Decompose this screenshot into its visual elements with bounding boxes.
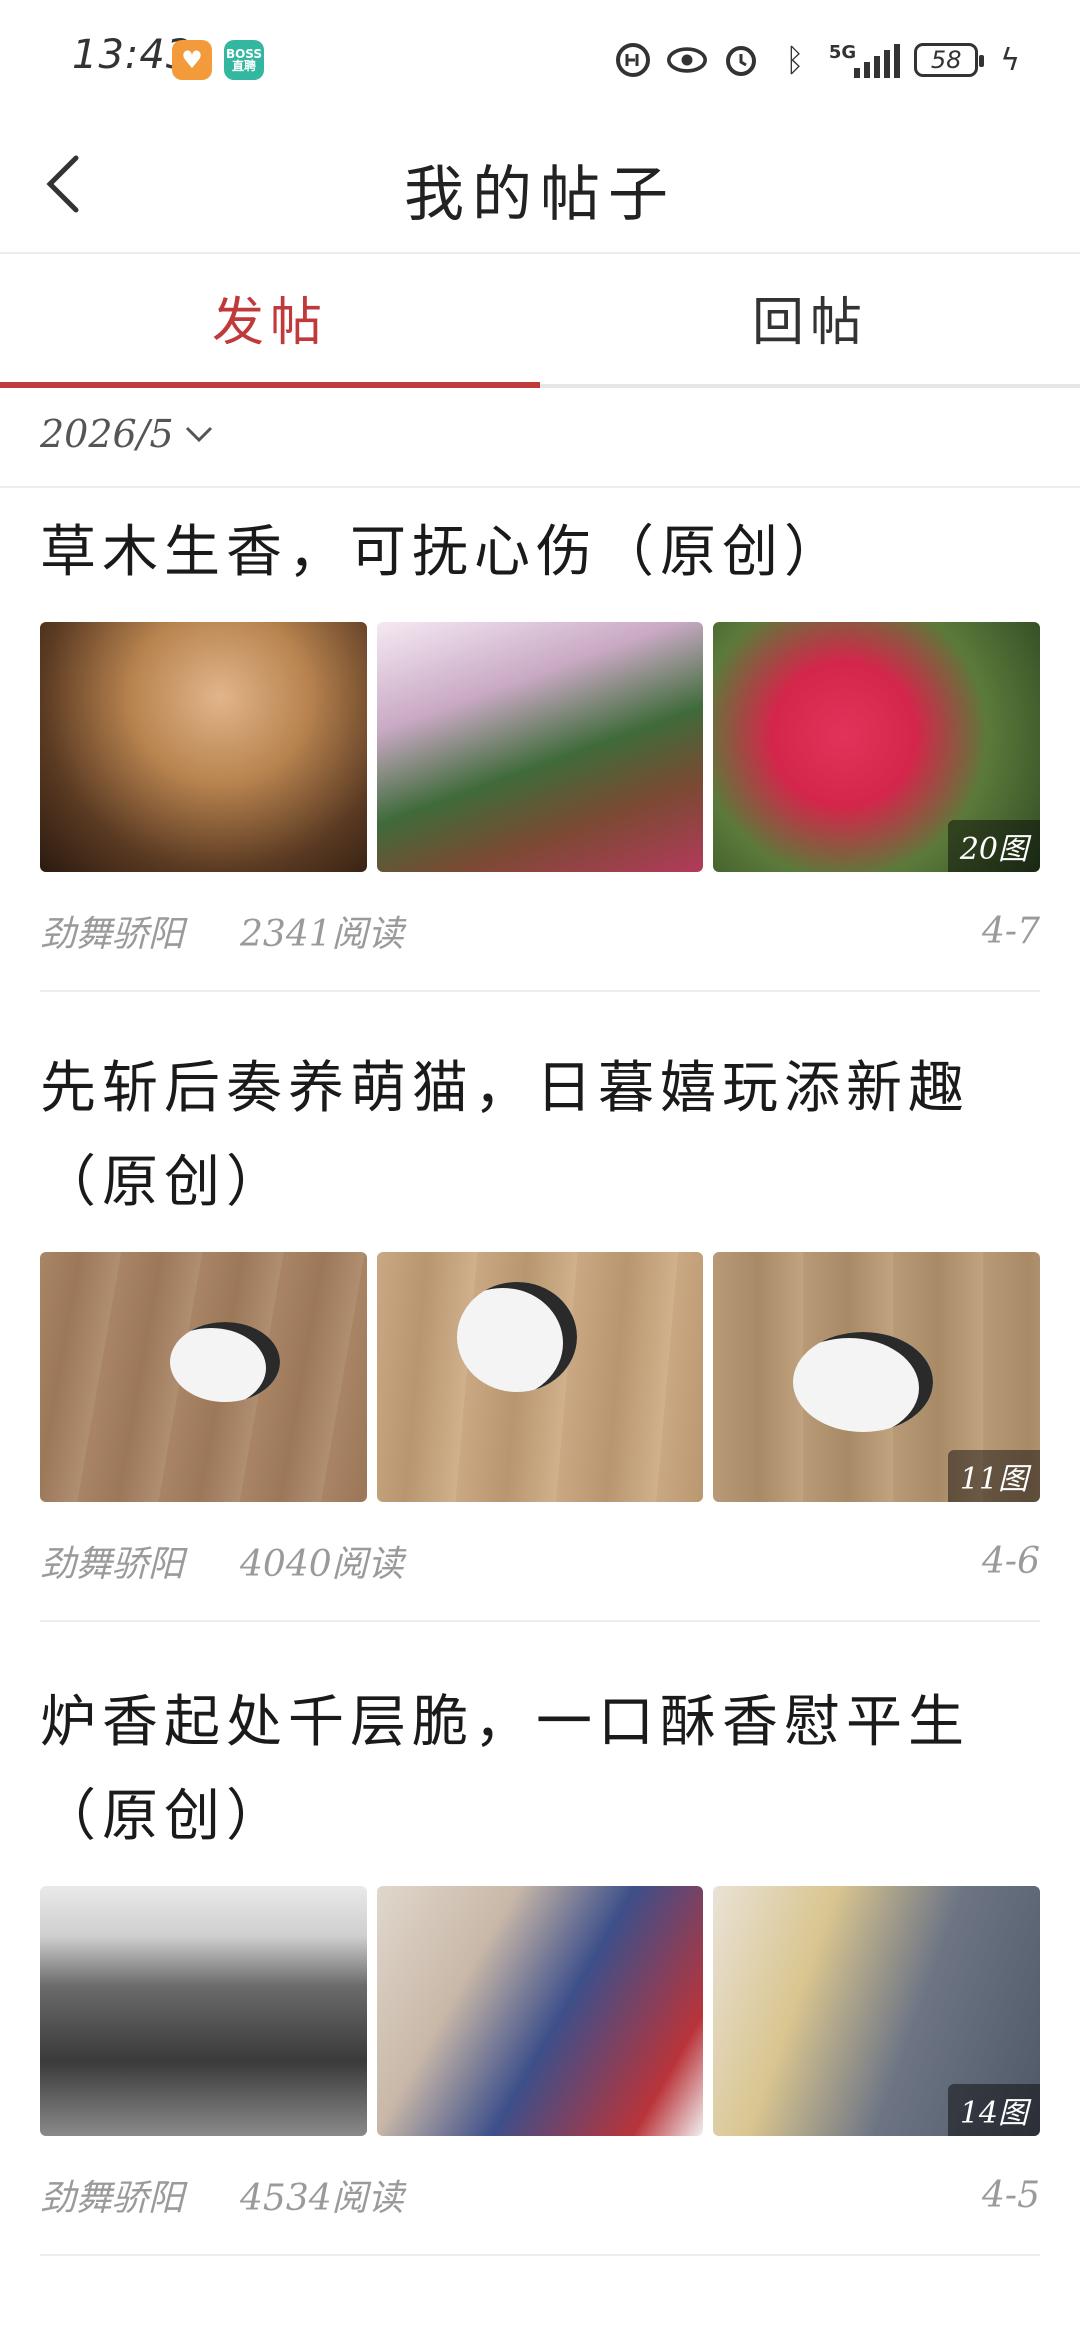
status-icons: ᛒ 5G 58 ϟ bbox=[613, 36, 1020, 84]
post-image[interactable]: 14图 bbox=[713, 1886, 1041, 2136]
month-label: 2026/5 bbox=[40, 412, 174, 456]
tab-bar: 发帖 回帖 bbox=[0, 254, 1080, 388]
post-meta: 劲舞骄阳 4534阅读 4-5 bbox=[40, 2136, 1040, 2254]
cat-shape bbox=[456, 1282, 577, 1392]
eye-icon bbox=[666, 40, 707, 80]
post-image-grid: 14图 bbox=[40, 1886, 1041, 2136]
heart-app-icon: ♥ bbox=[172, 40, 212, 80]
post-image[interactable] bbox=[376, 1252, 704, 1502]
post-date: 4-6 bbox=[982, 1540, 1040, 1582]
post-author: 劲舞骄阳 bbox=[40, 1544, 185, 1585]
post-reads: 2341阅读 bbox=[240, 914, 404, 955]
post-image-grid: 11图 bbox=[40, 1252, 1041, 1502]
nfc-icon bbox=[613, 40, 653, 80]
post-meta: 劲舞骄阳 4040阅读 4-6 bbox=[40, 1502, 1040, 1620]
post-reads: 4534阅读 bbox=[240, 2178, 404, 2219]
post-author: 劲舞骄阳 bbox=[40, 2178, 185, 2219]
cat-shape bbox=[170, 1322, 280, 1402]
month-filter-bar: 2026/5 bbox=[0, 388, 1080, 488]
status-bar: 13:43 ♥ BOSS 直聘 ᛒ 5G 58 ϟ bbox=[0, 0, 1080, 120]
post-item[interactable]: 草木生香，可抚心伤（原创） 20图 劲舞骄阳 2341阅读 4-7 bbox=[40, 496, 1041, 992]
post-item[interactable]: 炉香起处千层脆，一口酥香慰平生（原创） 14图 劲舞骄阳 4534阅读 4-5 bbox=[40, 1666, 1041, 2256]
post-date: 4-5 bbox=[982, 2174, 1040, 2216]
cat-shape bbox=[793, 1332, 934, 1432]
post-title[interactable]: 草木生香，可抚心伤（原创） bbox=[40, 496, 1040, 600]
image-count-badge: 11图 bbox=[947, 1450, 1041, 1502]
signal-icon: 5G bbox=[828, 42, 901, 78]
bluetooth-icon: ᛒ bbox=[785, 41, 805, 79]
post-title[interactable]: 炉香起处千层脆，一口酥香慰平生（原创） bbox=[40, 1666, 1040, 1864]
post-reads: 4040阅读 bbox=[240, 1544, 404, 1585]
page-title: 我的帖子 bbox=[404, 160, 676, 230]
post-image[interactable] bbox=[40, 1886, 367, 2136]
chevron-down-icon bbox=[185, 426, 212, 443]
post-image[interactable]: 11图 bbox=[713, 1252, 1041, 1502]
post-image[interactable] bbox=[40, 1252, 367, 1502]
post-date: 4-7 bbox=[982, 910, 1040, 952]
tab-replies[interactable]: 回帖 bbox=[540, 254, 1080, 380]
boss-app-icon: BOSS 直聘 bbox=[224, 40, 264, 80]
post-title[interactable]: 先斩后奏养萌猫，日暮嬉玩添新趣（原创） bbox=[40, 1032, 1040, 1230]
post-image[interactable] bbox=[376, 1886, 704, 2136]
post-meta: 劲舞骄阳 2341阅读 4-7 bbox=[40, 872, 1040, 990]
post-image-grid: 20图 bbox=[40, 622, 1041, 872]
image-count-badge: 20图 bbox=[947, 820, 1041, 872]
charging-icon: ϟ bbox=[1000, 42, 1020, 78]
app-header: 我的帖子 bbox=[0, 120, 1080, 254]
network-label: 5G bbox=[828, 42, 857, 63]
battery-icon: 58 bbox=[914, 43, 985, 77]
alarm-icon bbox=[721, 40, 761, 80]
month-selector[interactable]: 2026/5 bbox=[40, 412, 214, 456]
post-author: 劲舞骄阳 bbox=[40, 914, 185, 955]
post-image[interactable] bbox=[40, 622, 367, 872]
tab-posts[interactable]: 发帖 bbox=[0, 254, 540, 380]
image-count-badge: 14图 bbox=[947, 2084, 1041, 2136]
post-item[interactable]: 先斩后奏养萌猫，日暮嬉玩添新趣（原创） 11图 劲舞骄阳 4040阅读 4-6 bbox=[40, 1032, 1041, 1622]
post-image[interactable] bbox=[376, 622, 704, 872]
post-image[interactable]: 20图 bbox=[713, 622, 1041, 872]
